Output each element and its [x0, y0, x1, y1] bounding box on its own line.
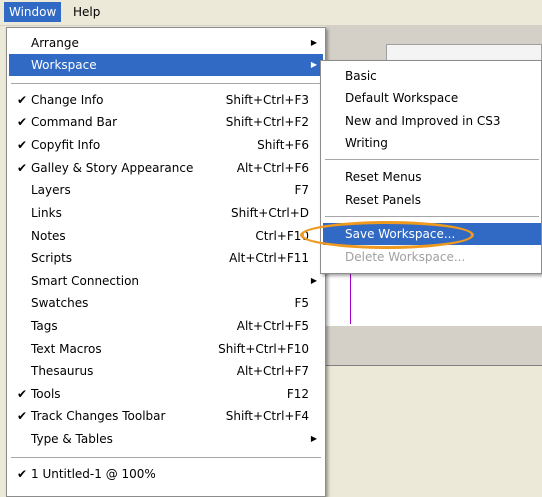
- menu-item-notes[interactable]: Notes Ctrl+F10: [9, 225, 323, 247]
- menu-separator: [325, 159, 539, 160]
- submenu-arrow-icon: ▶: [310, 60, 317, 69]
- menu-item-track-changes[interactable]: ✔ Track Changes Toolbar Shift+Ctrl+F4: [9, 405, 323, 427]
- menu-item-tags[interactable]: Tags Alt+Ctrl+F5: [9, 315, 323, 337]
- menu-separator: [11, 83, 321, 84]
- shortcut-text: F7: [294, 183, 309, 197]
- guide-line: [350, 268, 351, 324]
- menu-item-scripts[interactable]: Scripts Alt+Ctrl+F11: [9, 247, 323, 269]
- annotation-highlight-ellipse: [300, 221, 474, 249]
- menu-item-label: Tags: [31, 319, 58, 333]
- submenu-item-reset-menus[interactable]: Reset Menus: [323, 166, 541, 188]
- window-menu: Arrange ▶ Workspace ▶ ✔ Change Info Shif…: [6, 27, 326, 497]
- menu-item-label: 1 Untitled-1 @ 100%: [31, 467, 156, 481]
- shortcut-text: F5: [294, 296, 309, 310]
- menu-item-label: Workspace: [31, 58, 97, 72]
- menu-item-label: Copyfit Info: [31, 138, 101, 152]
- menu-item-thesaurus[interactable]: Thesaurus Alt+Ctrl+F7: [9, 360, 323, 382]
- menu-item-label: Type & Tables: [31, 432, 113, 446]
- menu-item-open-document[interactable]: ✔ 1 Untitled-1 @ 100%: [9, 463, 323, 485]
- menu-item-label: Layers: [31, 183, 71, 197]
- checkmark-icon: ✔: [16, 161, 28, 175]
- menu-window[interactable]: Window: [4, 2, 62, 22]
- menu-item-label: Track Changes Toolbar: [31, 409, 166, 423]
- submenu-item-label: Default Workspace: [345, 91, 459, 105]
- menu-item-label: Arrange: [31, 36, 79, 50]
- checkmark-icon: ✔: [16, 409, 28, 423]
- menu-help[interactable]: Help: [68, 2, 105, 22]
- menu-item-label: Command Bar: [31, 115, 118, 129]
- submenu-arrow-icon: ▶: [310, 276, 317, 285]
- menu-item-change-info[interactable]: ✔ Change Info Shift+Ctrl+F3: [9, 89, 323, 111]
- menu-item-links[interactable]: Links Shift+Ctrl+D: [9, 202, 323, 224]
- shortcut-text: Shift+Ctrl+F4: [225, 409, 309, 423]
- menu-separator: [325, 216, 539, 217]
- shortcut-text: Shift+Ctrl+F2: [225, 115, 309, 129]
- shortcut-text: Alt+Ctrl+F11: [229, 251, 309, 265]
- menubar: Window Help: [0, 0, 542, 26]
- shortcut-text: Shift+Ctrl+D: [231, 206, 309, 220]
- submenu-item-default-workspace[interactable]: Default Workspace: [323, 87, 541, 109]
- menu-item-label: Links: [31, 206, 62, 220]
- menu-item-swatches[interactable]: Swatches F5: [9, 292, 323, 314]
- menu-item-label: Smart Connection: [31, 274, 140, 288]
- checkmark-icon: ✔: [16, 387, 28, 401]
- menu-item-label: Scripts: [31, 251, 73, 265]
- background-panel-lower: [326, 366, 542, 494]
- shortcut-text: Alt+Ctrl+F5: [236, 319, 309, 333]
- menu-item-text-macros[interactable]: Text Macros Shift+Ctrl+F10: [9, 338, 323, 360]
- menu-item-arrange[interactable]: Arrange ▶: [9, 32, 323, 54]
- submenu-arrow-icon: ▶: [310, 38, 317, 47]
- checkmark-icon: ✔: [16, 93, 28, 107]
- menu-item-label: Notes: [31, 229, 66, 243]
- menu-item-workspace[interactable]: Workspace ▶: [9, 54, 323, 76]
- shortcut-text: Shift+Ctrl+F10: [218, 342, 309, 356]
- submenu-arrow-icon: ▶: [310, 434, 317, 443]
- menu-item-command-bar[interactable]: ✔ Command Bar Shift+Ctrl+F2: [9, 111, 323, 133]
- menu-item-galley-story[interactable]: ✔ Galley & Story Appearance Alt+Ctrl+F6: [9, 157, 323, 179]
- menu-item-label: Galley & Story Appearance: [31, 161, 194, 175]
- menu-item-layers[interactable]: Layers F7: [9, 179, 323, 201]
- menu-item-copyfit-info[interactable]: ✔ Copyfit Info Shift+F6: [9, 134, 323, 156]
- menu-item-tools[interactable]: ✔ Tools F12: [9, 383, 323, 405]
- shortcut-text: Shift+F6: [257, 138, 309, 152]
- menu-item-label: Change Info: [31, 93, 104, 107]
- menu-item-label: Swatches: [31, 296, 89, 310]
- shortcut-text: Shift+Ctrl+F3: [225, 93, 309, 107]
- submenu-item-label: New and Improved in CS3: [345, 114, 501, 128]
- submenu-item-label: Delete Workspace...: [345, 250, 466, 264]
- menu-separator: [11, 457, 321, 458]
- submenu-item-basic[interactable]: Basic: [323, 65, 541, 87]
- shortcut-text: Alt+Ctrl+F7: [236, 364, 309, 378]
- submenu-item-writing[interactable]: Writing: [323, 132, 541, 154]
- menu-item-label: Thesaurus: [31, 364, 94, 378]
- submenu-item-label: Basic: [345, 69, 377, 83]
- submenu-item-label: Reset Panels: [345, 193, 421, 207]
- menu-item-smart-connection[interactable]: Smart Connection ▶: [9, 270, 323, 292]
- menu-item-label: Tools: [31, 387, 61, 401]
- shortcut-text: F12: [286, 387, 309, 401]
- shortcut-text: Alt+Ctrl+F6: [236, 161, 309, 175]
- submenu-item-new-improved-cs3[interactable]: New and Improved in CS3: [323, 110, 541, 132]
- menu-item-type-tables[interactable]: Type & Tables ▶: [9, 428, 323, 450]
- checkmark-icon: ✔: [16, 138, 28, 152]
- checkmark-icon: ✔: [16, 115, 28, 129]
- submenu-item-reset-panels[interactable]: Reset Panels: [323, 189, 541, 211]
- menu-item-label: Text Macros: [31, 342, 102, 356]
- checkmark-icon: ✔: [16, 467, 28, 481]
- submenu-item-label: Writing: [345, 136, 388, 150]
- submenu-item-delete-workspace: Delete Workspace...: [323, 246, 541, 268]
- submenu-item-label: Reset Menus: [345, 170, 422, 184]
